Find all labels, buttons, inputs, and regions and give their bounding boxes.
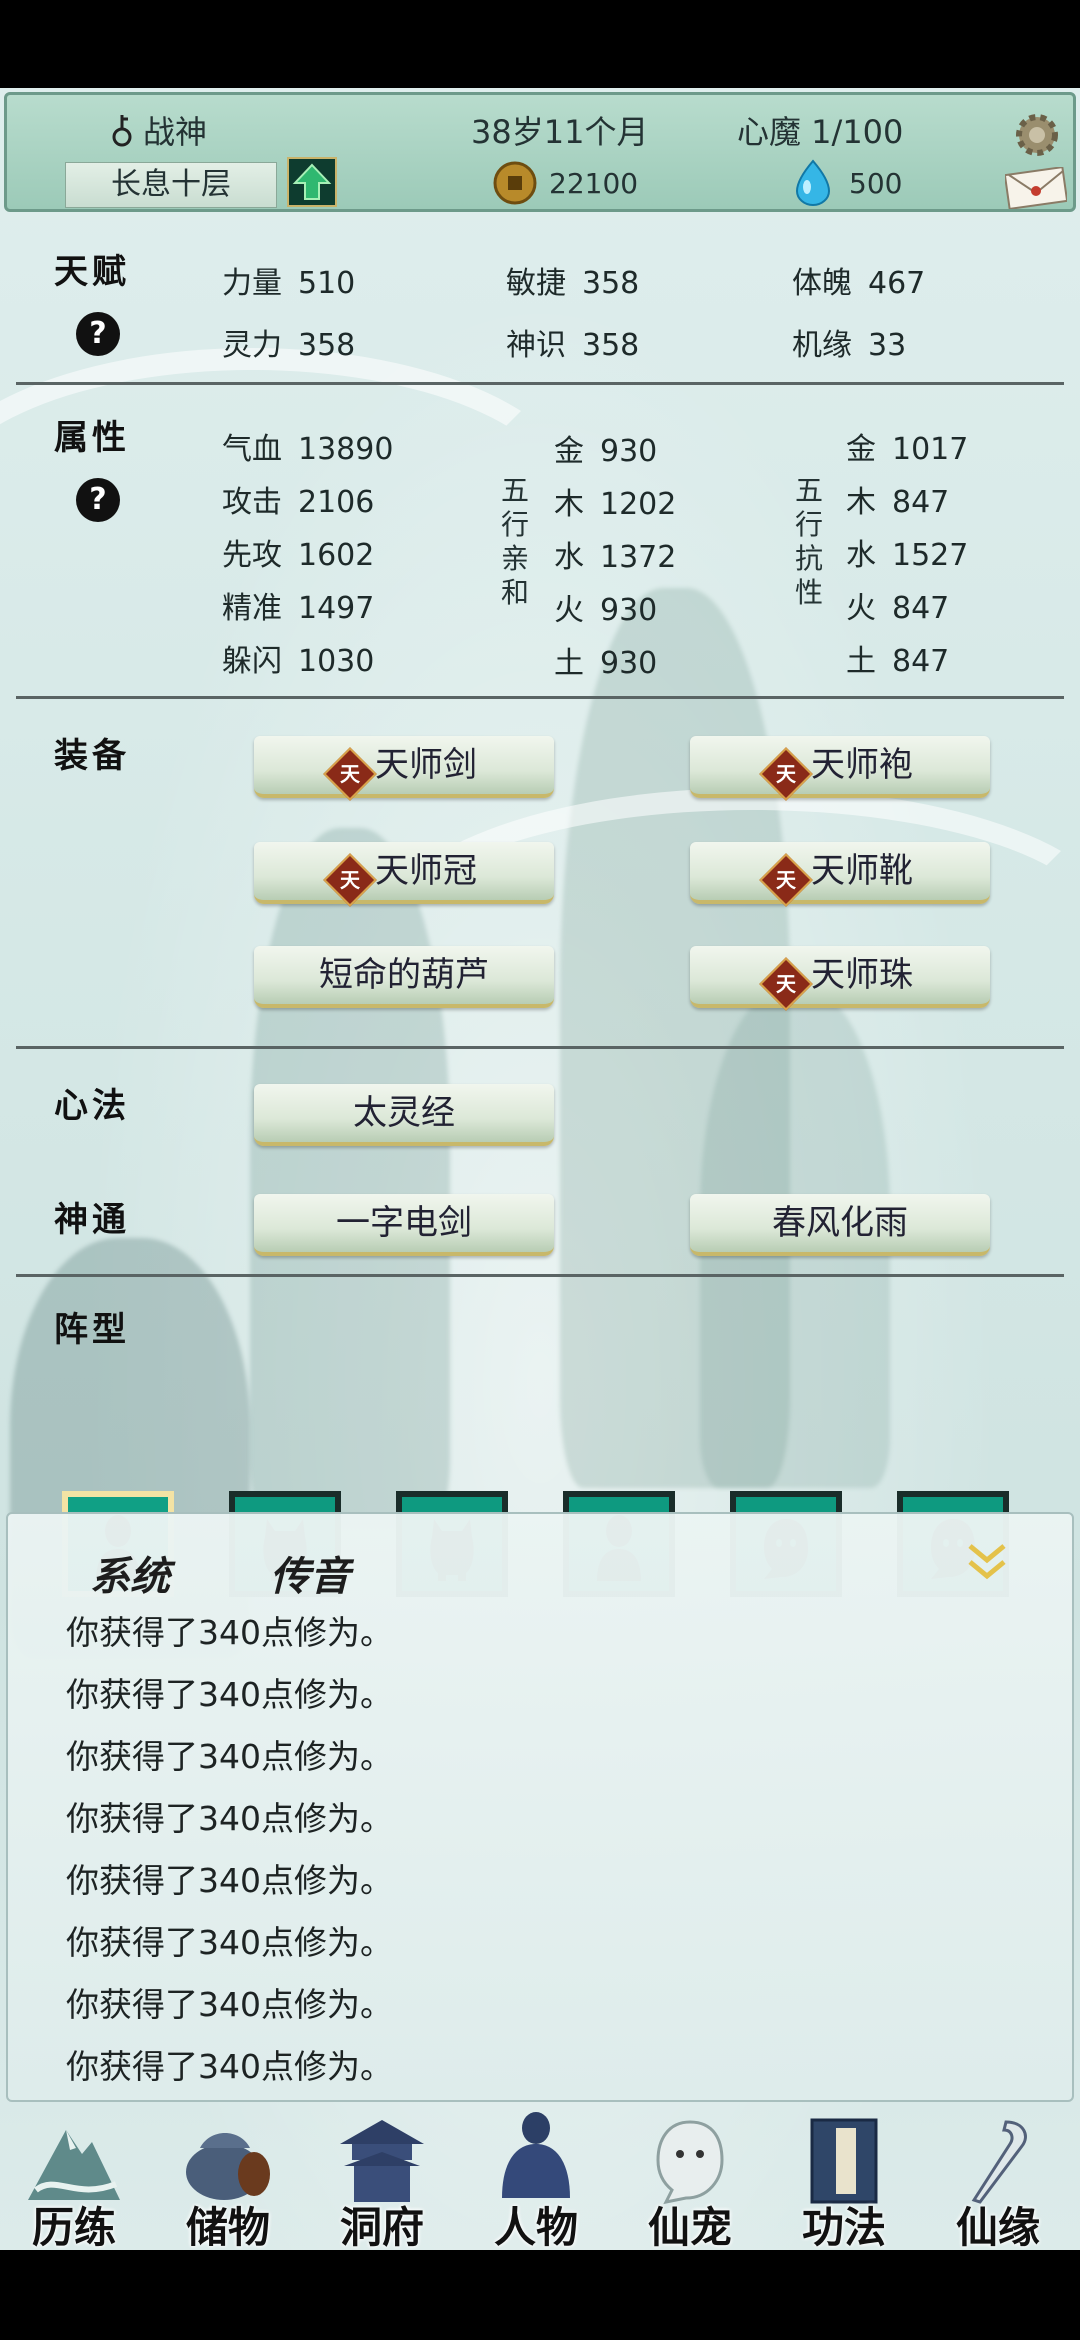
realm-label: 长息十层 bbox=[65, 162, 277, 208]
arrow-up-icon bbox=[292, 163, 332, 200]
gem-count: 500 bbox=[849, 167, 903, 200]
message-line: 你获得了340点修为。 bbox=[66, 1985, 393, 2024]
message-line: 你获得了340点修为。 bbox=[66, 1861, 393, 1900]
message-line: 你获得了340点修为。 bbox=[66, 1675, 393, 1714]
equipment-slot-boots[interactable]: 天天师靴 bbox=[690, 842, 990, 907]
mind-method-title: 心法 bbox=[54, 1086, 130, 1126]
nav-character[interactable]: 人物 bbox=[466, 2098, 606, 2250]
nav-label: 储物 bbox=[185, 2203, 270, 2250]
resist-stat: 土 847 bbox=[846, 644, 950, 679]
tian-badge-icon: 天 bbox=[323, 747, 377, 801]
nav-techniques[interactable]: 功法 bbox=[774, 2098, 914, 2250]
talent-help-button[interactable]: ? bbox=[76, 312, 120, 356]
affinity-stat: 土 930 bbox=[554, 646, 658, 681]
nav-fortune[interactable]: 仙缘 bbox=[928, 2098, 1068, 2250]
age-text: 38岁11个月 bbox=[471, 113, 649, 151]
tian-badge-icon: 天 bbox=[759, 957, 813, 1011]
collapse-chevron-icon[interactable] bbox=[966, 1540, 1008, 1584]
mind-method-slot[interactable]: 太灵经 bbox=[254, 1084, 554, 1146]
formation-title: 阵型 bbox=[54, 1310, 130, 1350]
message-panel: 系统 传音 你获得了340点修为。 你获得了340点修为。 你获得了340点修为… bbox=[6, 1512, 1074, 2102]
mail-icon[interactable] bbox=[1005, 167, 1067, 209]
section-divider bbox=[16, 382, 1064, 385]
nav-pet[interactable]: 仙宠 bbox=[620, 2098, 760, 2250]
section-divider bbox=[16, 1046, 1064, 1049]
attribute-stat: 躲闪 1030 bbox=[222, 644, 375, 679]
attribute-stat: 气血 13890 bbox=[222, 432, 394, 467]
affinity-stat: 木 1202 bbox=[554, 487, 677, 522]
nav-label: 洞府 bbox=[339, 2203, 424, 2250]
talent-stat: 力量 510 bbox=[222, 266, 356, 301]
breakthrough-button[interactable] bbox=[287, 157, 337, 207]
attributes-title: 属性 bbox=[54, 418, 130, 458]
bottom-nav: 历练 储物 洞府 人物 仙宠 功法 仙缘 bbox=[0, 2098, 1080, 2250]
skill-slot-1[interactable]: 一字电剑 bbox=[254, 1194, 554, 1256]
tian-badge-icon: 天 bbox=[323, 853, 377, 907]
nav-storage[interactable]: 储物 bbox=[158, 2098, 298, 2250]
spirit-stone-icon bbox=[795, 159, 831, 206]
talent-stat: 神识 358 bbox=[506, 328, 640, 363]
talent-stat: 灵力 358 bbox=[222, 328, 356, 363]
equipment-slot-gourd[interactable]: 短命的葫芦 bbox=[254, 946, 554, 1008]
nav-label: 仙宠 bbox=[647, 2203, 732, 2250]
cloud-decoration bbox=[380, 788, 1080, 1072]
affinity-stat: 火 930 bbox=[554, 593, 658, 628]
message-line: 你获得了340点修为。 bbox=[66, 1799, 393, 1838]
affinity-vertical-label: 五行亲和 bbox=[500, 474, 529, 609]
tian-badge-icon: 天 bbox=[759, 853, 813, 907]
nav-label: 仙缘 bbox=[955, 2203, 1040, 2250]
tab-whisper[interactable]: 传音 bbox=[270, 1544, 350, 1602]
cultivator-icon bbox=[502, 2112, 570, 2198]
nav-training[interactable]: 历练 bbox=[4, 2098, 144, 2250]
resist-stat: 金 1017 bbox=[846, 432, 969, 467]
settings-gear-icon[interactable] bbox=[1011, 109, 1063, 161]
message-line: 你获得了340点修为。 bbox=[66, 1613, 393, 1652]
section-divider bbox=[16, 1274, 1064, 1277]
status-header: 战神 38岁11个月 心魔 1/100 长息十层 22100 500 bbox=[4, 92, 1076, 212]
player-title: 战神 bbox=[143, 113, 208, 151]
talent-stat: 敏捷 358 bbox=[506, 266, 640, 301]
scripture-book-icon bbox=[810, 2118, 878, 2204]
nav-label: 人物 bbox=[493, 2203, 578, 2250]
tab-system[interactable]: 系统 bbox=[90, 1544, 170, 1602]
equipment-slot-orb[interactable]: 天天师珠 bbox=[690, 946, 990, 1011]
crane-icon bbox=[971, 2120, 1027, 2204]
talent-stat: 机缘 33 bbox=[792, 328, 907, 363]
equipment-title: 装备 bbox=[54, 736, 130, 776]
affinity-stat: 金 930 bbox=[554, 434, 658, 469]
equipment-slot-robe[interactable]: 天天师袍 bbox=[690, 736, 990, 801]
resist-vertical-label: 五行抗性 bbox=[794, 474, 823, 609]
message-line: 你获得了340点修为。 bbox=[66, 1737, 393, 1776]
resist-stat: 木 847 bbox=[846, 485, 950, 520]
talent-title: 天赋 bbox=[54, 252, 130, 292]
skill-slot-2[interactable]: 春风化雨 bbox=[690, 1194, 990, 1256]
equipment-slot-crown[interactable]: 天天师冠 bbox=[254, 842, 554, 907]
mountain-icon bbox=[28, 2130, 120, 2200]
resist-stat: 水 1527 bbox=[846, 538, 969, 573]
nav-label: 功法 bbox=[801, 2203, 886, 2250]
attributes-help-button[interactable]: ? bbox=[76, 478, 120, 522]
key-icon bbox=[112, 115, 132, 147]
affinity-stat: 水 1372 bbox=[554, 540, 677, 575]
coin-icon bbox=[493, 161, 537, 205]
nav-cave-dwelling[interactable]: 洞府 bbox=[312, 2098, 452, 2250]
attribute-stat: 攻击 2106 bbox=[222, 485, 375, 520]
message-line: 你获得了340点修为。 bbox=[66, 1923, 393, 1962]
pagoda-icon bbox=[340, 2120, 424, 2202]
section-divider bbox=[16, 696, 1064, 699]
talent-stat: 体魄 467 bbox=[792, 266, 926, 301]
message-line: 你获得了340点修为。 bbox=[66, 2047, 393, 2086]
equipment-slot-weapon[interactable]: 天天师剑 bbox=[254, 736, 554, 801]
heart-demon-text: 心魔 1/100 bbox=[737, 113, 904, 151]
skills-title: 神通 bbox=[54, 1200, 130, 1240]
nav-label: 历练 bbox=[31, 2203, 116, 2250]
spirit-pet-icon bbox=[656, 2120, 724, 2205]
resist-stat: 火 847 bbox=[846, 591, 950, 626]
pouch-icon bbox=[186, 2133, 270, 2200]
tian-badge-icon: 天 bbox=[759, 747, 813, 801]
attribute-stat: 精准 1497 bbox=[222, 591, 375, 626]
app-root: 战神 38岁11个月 心魔 1/100 长息十层 22100 500 天赋 ? … bbox=[0, 88, 1080, 2250]
coin-count: 22100 bbox=[549, 167, 639, 200]
attribute-stat: 先攻 1602 bbox=[222, 538, 375, 573]
